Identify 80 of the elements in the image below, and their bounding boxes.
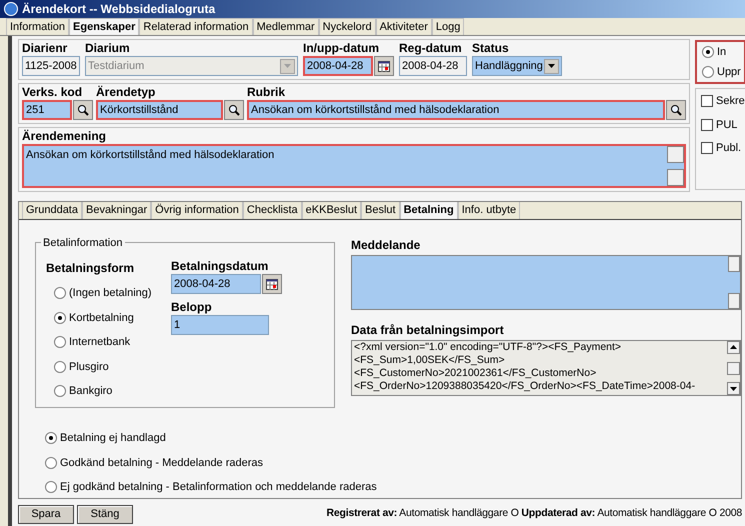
- scrollbar[interactable]: [728, 256, 740, 309]
- button[interactable]: Spara: [18, 504, 74, 524]
- scrollbar[interactable]: [727, 341, 740, 395]
- tab[interactable]: Aktiviteter: [376, 18, 432, 35]
- search-icon[interactable]: [224, 100, 244, 120]
- status-text: Registrerat av: Automatisk handläggare O Uppdaterad av: Automatisk handläggare O 2008: [326, 506, 742, 522]
- search-icon[interactable]: [73, 100, 93, 120]
- field-label: Ärendetyp: [96, 85, 156, 100]
- field-label: Diarienr: [22, 41, 68, 56]
- search-icon[interactable]: [666, 100, 686, 120]
- radio-label: Bankgiro: [69, 384, 112, 399]
- field-label: Ärendemening: [22, 129, 108, 144]
- input-field[interactable]: 2008-04-28: [399, 56, 467, 76]
- radio-label: Betalning ej handlagd: [60, 431, 166, 446]
- checkbox[interactable]: [701, 95, 713, 108]
- radio-label: In: [717, 44, 726, 60]
- input-field[interactable]: 1: [171, 315, 269, 335]
- radio-label: (Ingen betalning): [69, 286, 152, 301]
- input-field[interactable]: Ansökan om körkortstillstånd med hälsodeklaration: [247, 100, 665, 120]
- text-area[interactable]: <?xml version="1.0" encoding="UTF-8"?><FS_Payment> <FS_Sum>1,00SEK</FS_Sum><FS_CustomerNo>2021002361</FS_CustomerNo><FS_OrderNo>1209388035420</FS_OrderNo><FS_DateTime>2008-04-: [351, 340, 741, 396]
- input-field[interactable]: 251: [22, 100, 72, 120]
- radio-label: Godkänd betalning - Meddelande raderas: [60, 456, 264, 470]
- checkbox-label: Sekre: [716, 94, 745, 109]
- checkbox[interactable]: [701, 142, 713, 154]
- radio-label: Ej godkänd betalning - Betalinformation och meddelande raderas: [60, 480, 377, 495]
- tab[interactable]: Övrig information: [151, 202, 243, 219]
- scroll-down-icon[interactable]: [727, 382, 740, 395]
- window-icon: [4, 2, 18, 16]
- radio-button[interactable]: [54, 336, 66, 348]
- tab[interactable]: Relaterad information: [139, 18, 253, 35]
- tab[interactable]: Info. utbyte: [458, 202, 520, 219]
- checkbox[interactable]: [701, 118, 713, 131]
- tab[interactable]: Bevakningar: [82, 202, 152, 219]
- tab[interactable]: Nyckelord: [318, 18, 376, 35]
- checkbox-label: PUL: [716, 118, 738, 132]
- tab[interactable]: eKKBeslut: [302, 202, 362, 219]
- scrollbar[interactable]: [667, 146, 684, 186]
- button[interactable]: Stäng: [77, 504, 133, 524]
- calendar-icon[interactable]: [262, 274, 282, 294]
- text-area[interactable]: Ansökan om körkortstillstånd med hälsodeklaration: [22, 144, 686, 188]
- field-label: Diarium: [85, 41, 131, 56]
- window-title: Ärendekort -- Webbsidedialogruta: [22, 1, 216, 18]
- input-field[interactable]: Körkortstillstånd: [96, 100, 223, 120]
- field-label: Belopp: [171, 300, 213, 315]
- field-label: Rubrik: [247, 85, 286, 100]
- field-label: Status: [472, 41, 510, 56]
- input-field[interactable]: Handläggning: [472, 56, 562, 76]
- radio-button[interactable]: [54, 287, 66, 300]
- tab[interactable]: Betalning: [400, 202, 458, 219]
- radio-button[interactable]: [54, 312, 66, 324]
- calendar-icon[interactable]: [374, 56, 394, 76]
- radio-button[interactable]: [54, 385, 66, 398]
- tab[interactable]: Egenskaper: [69, 18, 140, 35]
- input-field[interactable]: 1125-2008: [22, 56, 80, 76]
- field-label: Betalningsform: [46, 260, 136, 277]
- radio-button[interactable]: [45, 481, 57, 494]
- radio-label: Kortbetalning: [69, 310, 134, 326]
- input-field[interactable]: 2008-04-28: [303, 56, 373, 76]
- field-label: Betalningsdatum: [171, 259, 270, 274]
- radio-button[interactable]: [54, 360, 66, 373]
- field-label: In/upp-datum: [303, 41, 380, 56]
- radio-button[interactable]: [702, 46, 714, 58]
- field-label: Meddelande: [351, 237, 422, 254]
- radio-label: Internetbank: [69, 335, 130, 350]
- radio-button[interactable]: [45, 456, 57, 469]
- tab[interactable]: Medlemmar: [252, 18, 319, 35]
- input-field[interactable]: 2008-04-28: [171, 274, 261, 294]
- scroll-up-icon[interactable]: [727, 341, 740, 354]
- tab[interactable]: Logg: [432, 18, 464, 35]
- tab[interactable]: Checklista: [242, 202, 302, 219]
- radio-label: Uppr: [717, 65, 741, 80]
- radio-label: Plusgiro: [69, 360, 109, 374]
- tab[interactable]: Information: [6, 18, 70, 35]
- field-label: Reg-datum: [399, 41, 463, 56]
- radio-button[interactable]: [702, 66, 714, 78]
- tab[interactable]: Grunddata: [22, 202, 82, 219]
- field-label: Verks. kod: [22, 85, 84, 100]
- checkbox-label: Publ.: [716, 141, 742, 156]
- field-label: Data från betalningsimport: [351, 322, 505, 339]
- radio-button[interactable]: [45, 432, 57, 444]
